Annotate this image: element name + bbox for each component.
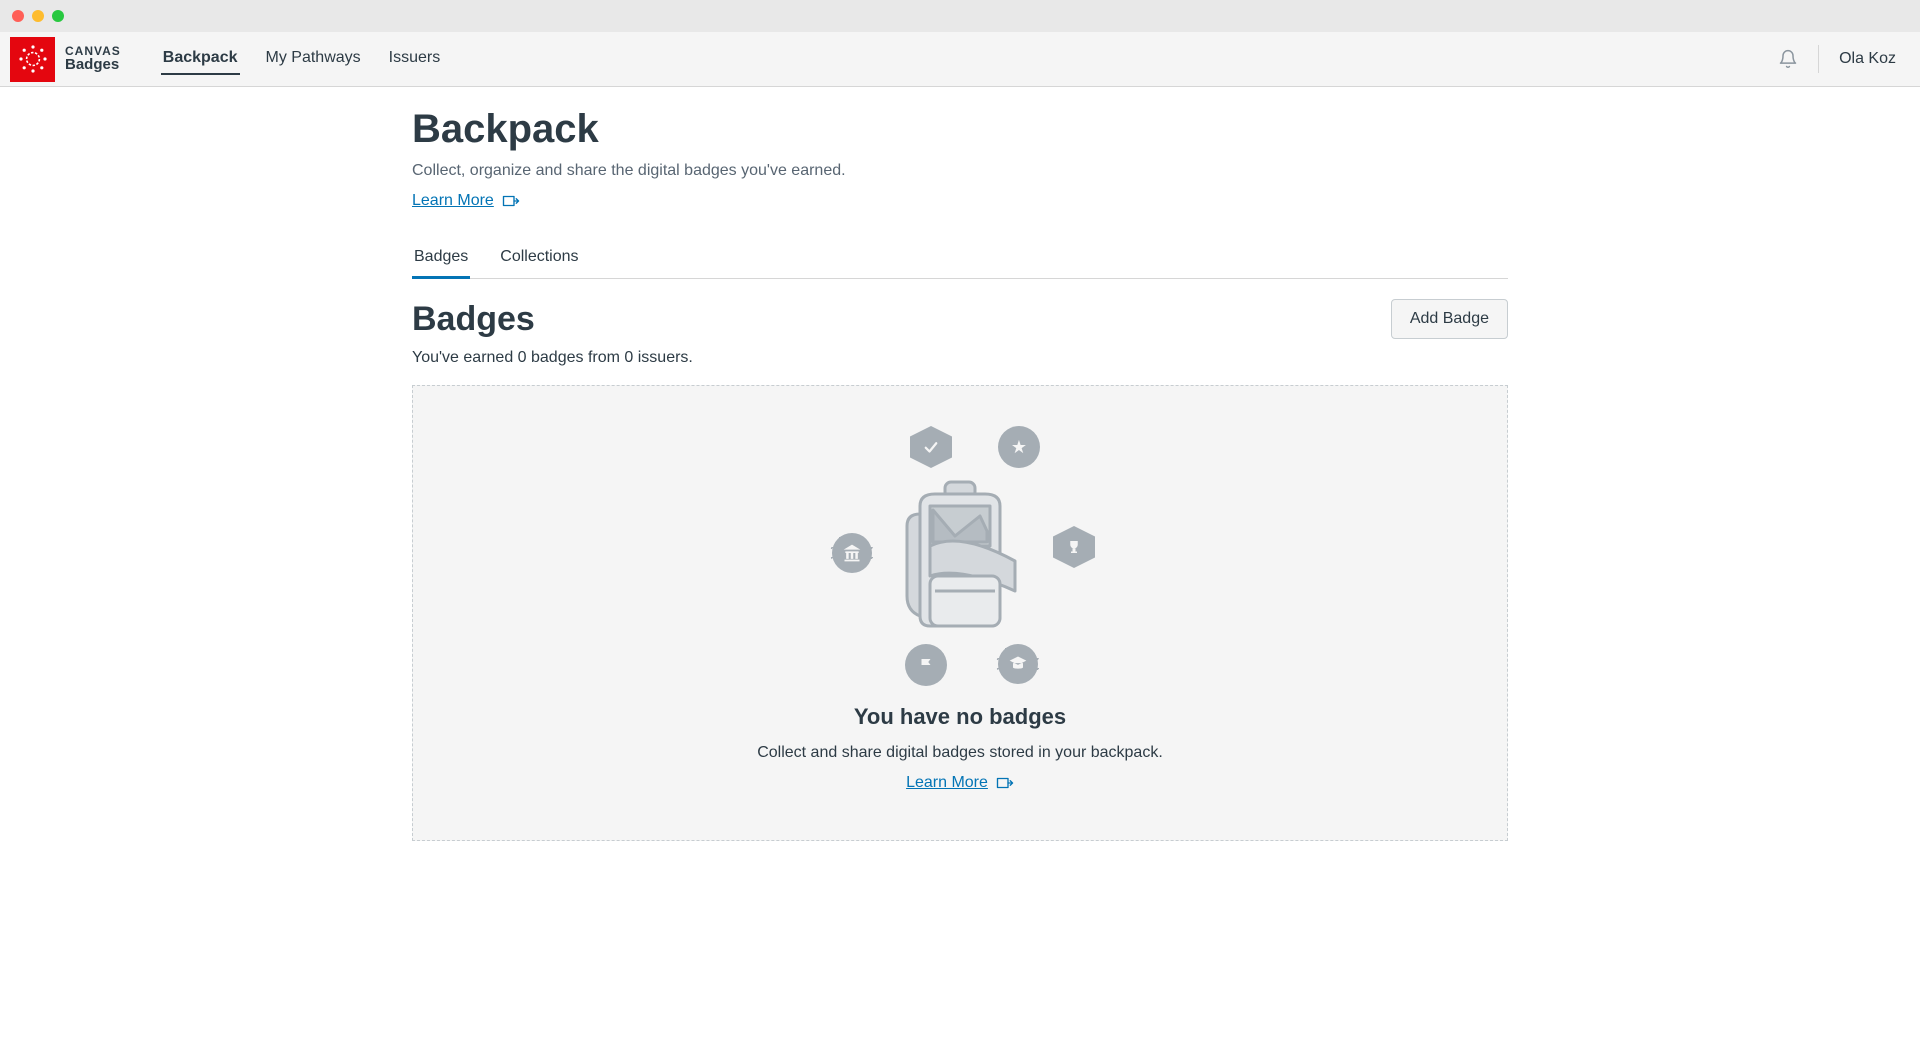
external-link-icon — [996, 775, 1014, 791]
bell-icon — [1778, 49, 1798, 69]
learn-more-link[interactable]: Learn More — [412, 192, 520, 210]
page-title: Backpack — [412, 107, 1508, 152]
window-minimize-icon[interactable] — [32, 10, 44, 22]
nav-backpack[interactable]: Backpack — [161, 43, 240, 75]
nav-my-pathways[interactable]: My Pathways — [264, 43, 363, 75]
app-logo[interactable]: CANVAS Badges — [0, 37, 137, 82]
page-subtitle: Collect, organize and share the digital … — [412, 162, 1508, 180]
tab-badges[interactable]: Badges — [412, 238, 470, 279]
app-name-line2: Badges — [65, 57, 121, 73]
window-maximize-icon[interactable] — [52, 10, 64, 22]
learn-more-label: Learn More — [412, 192, 494, 210]
nav-issuers[interactable]: Issuers — [387, 43, 443, 75]
empty-learn-more-link[interactable]: Learn More — [906, 774, 1014, 792]
empty-illustration: ★ — [810, 426, 1110, 686]
window-close-icon[interactable] — [12, 10, 24, 22]
external-link-icon — [502, 193, 520, 209]
browser-chrome — [0, 0, 1920, 32]
empty-title: You have no badges — [854, 704, 1066, 730]
empty-state: ★ — [412, 385, 1508, 841]
section-title: Badges — [412, 300, 535, 339]
top-nav: CANVAS Badges Backpack My Pathways Issue… — [0, 32, 1920, 87]
add-badge-button[interactable]: Add Badge — [1391, 299, 1508, 339]
empty-subtitle: Collect and share digital badges stored … — [757, 744, 1163, 762]
canvas-logo-icon — [10, 37, 55, 82]
badges-summary: You've earned 0 badges from 0 issuers. — [412, 349, 1508, 367]
tab-collections[interactable]: Collections — [498, 238, 580, 278]
tabs: Badges Collections — [412, 238, 1508, 279]
backpack-icon — [885, 476, 1035, 636]
divider — [1818, 45, 1819, 73]
user-menu[interactable]: Ola Koz — [1839, 50, 1896, 68]
empty-learn-more-label: Learn More — [906, 774, 988, 792]
notifications-button[interactable] — [1758, 49, 1818, 69]
